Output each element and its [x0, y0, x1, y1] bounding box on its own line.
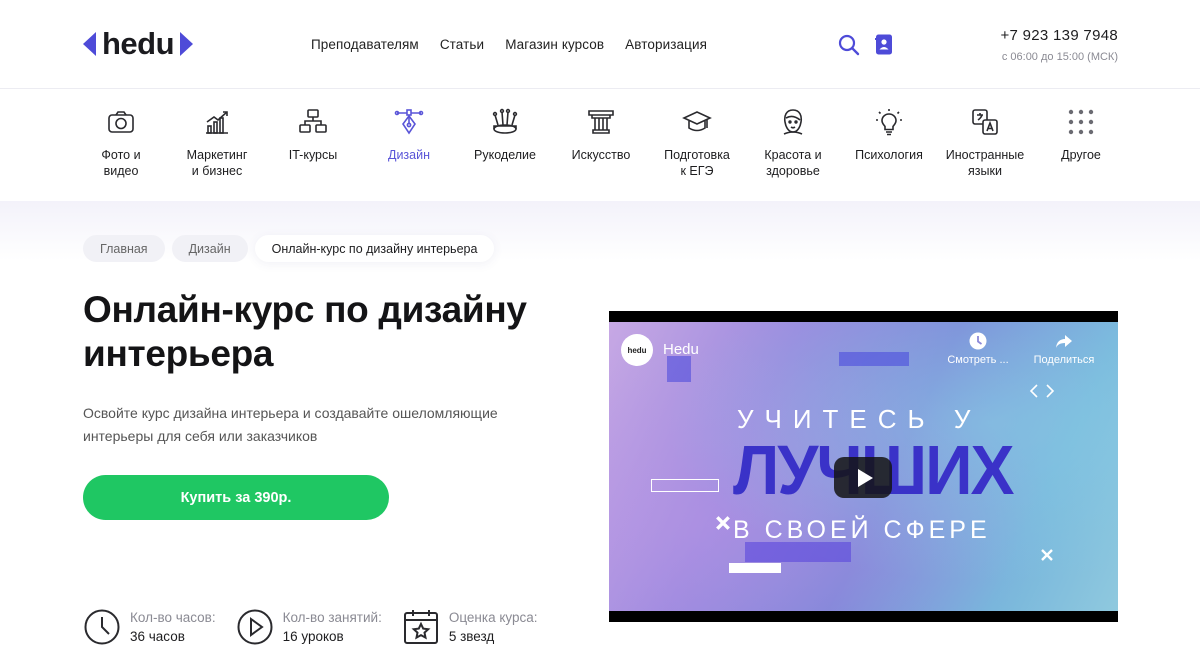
- graduation-cap-icon: [682, 111, 712, 132]
- page-title: Онлайн-курс по дизайну интерьера: [83, 289, 527, 374]
- category-beauty-health[interactable]: Красота и здоровье: [745, 100, 841, 200]
- stat-lessons-value: 16 уроков: [282, 629, 344, 644]
- stat-rating-value: 5 звезд: [448, 629, 495, 644]
- decor-bar: [729, 563, 781, 573]
- contacts-book-icon[interactable]: [875, 34, 893, 55]
- growth-chart-icon: [206, 111, 228, 134]
- working-hours: с 06:00 до 15:00 (МСК): [1001, 51, 1118, 63]
- share-button[interactable]: Поделиться: [1029, 332, 1099, 366]
- calendar-star-icon: [403, 610, 438, 644]
- breadcrumb-home[interactable]: Главная: [83, 235, 165, 262]
- category-bar: Фото и видео Маркетинг и бизнес IT-курсы: [73, 100, 1129, 200]
- phone-number[interactable]: +7 923 139 7948: [1000, 27, 1118, 44]
- watch-later-button[interactable]: Смотреть ...: [943, 332, 1013, 366]
- video-player[interactable]: УЧИТЕСЬ У ЛУЧШИХ В СВОЕЙ СФЕРЕ hedu Hedu…: [609, 311, 1118, 622]
- category-it[interactable]: IT-курсы: [265, 100, 361, 200]
- code-brackets-icon: [1029, 384, 1055, 398]
- category-label: Другое: [1061, 148, 1101, 162]
- category-photo-video[interactable]: Фото и видео: [73, 100, 169, 200]
- category-art[interactable]: Искусство: [553, 100, 649, 200]
- category-design[interactable]: Дизайн: [361, 100, 457, 200]
- stat-rating: Оценка курса: 5 звезд: [402, 608, 538, 646]
- sewing-icon: [492, 108, 518, 134]
- category-label: Психология: [855, 148, 923, 162]
- watch-later-label: Смотреть ...: [947, 354, 1009, 366]
- cross-decor-icon: [716, 516, 730, 530]
- category-exam-prep[interactable]: Подготовка к ЕГЭ: [649, 100, 745, 200]
- stat-hours-label: Кол-во часов:: [130, 610, 216, 625]
- logo-right-chevron-icon: [180, 32, 194, 56]
- network-icon: [299, 109, 327, 133]
- pen-tool-icon: [394, 109, 424, 135]
- close-cross-icon: [1041, 549, 1053, 561]
- category-marketing[interactable]: Маркетинг и бизнес: [169, 100, 265, 200]
- lightbulb-icon: [876, 109, 902, 136]
- video-frame: УЧИТЕСЬ У ЛУЧШИХ В СВОЕЙ СФЕРЕ hedu Hedu…: [609, 322, 1118, 611]
- translate-icon: [972, 109, 998, 135]
- play-icon: [857, 468, 873, 487]
- channel-avatar[interactable]: hedu: [621, 334, 653, 366]
- grid-dots-icon: [1068, 109, 1094, 135]
- face-icon: [783, 109, 803, 135]
- category-label: Рукоделие: [474, 148, 536, 162]
- category-label: Красота и здоровье: [764, 148, 822, 178]
- nav-teachers-link[interactable]: Преподавателям: [311, 37, 419, 52]
- category-label: Иностранные языки: [945, 148, 1025, 178]
- buy-button[interactable]: Купить за 390р.: [83, 475, 389, 520]
- share-arrow-icon: [1056, 335, 1072, 348]
- stat-lessons-label: Кол-во занятий:: [282, 610, 382, 625]
- camera-icon: [108, 111, 134, 133]
- breadcrumb: Главная Дизайн Онлайн-курс по дизайну ин…: [83, 235, 495, 262]
- clock-icon: [84, 609, 120, 645]
- category-label: Дизайн: [387, 148, 431, 162]
- decor-frame: [651, 479, 719, 492]
- category-label: Маркетинг и бизнес: [186, 148, 248, 178]
- breadcrumb-design[interactable]: Дизайн: [171, 235, 248, 262]
- nav-login-link[interactable]: Авторизация: [625, 37, 707, 52]
- stat-hours-value: 36 часов: [130, 629, 185, 644]
- nav-articles-link[interactable]: Статьи: [440, 37, 484, 52]
- category-label: Искусство: [571, 148, 631, 162]
- share-label: Поделиться: [1033, 354, 1095, 366]
- search-icon[interactable]: [838, 34, 860, 56]
- decor-bar: [667, 356, 691, 382]
- category-other[interactable]: Другое: [1033, 100, 1129, 200]
- stat-lessons: Кол-во занятий: 16 уроков: [236, 608, 382, 646]
- play-circle-icon: [237, 609, 273, 645]
- category-label: Фото и видео: [101, 148, 141, 178]
- stat-rating-label: Оценка курса:: [448, 610, 538, 625]
- course-description: Освойте курс дизайна интерьера и создава…: [83, 405, 498, 444]
- breadcrumb-current: Онлайн-курс по дизайну интерьера: [254, 235, 495, 262]
- column-icon: [588, 110, 614, 134]
- site-header: hedu Преподавателям Статьи Магазин курсо…: [0, 0, 1200, 89]
- decor-bar: [839, 352, 909, 366]
- logo-left-chevron-icon: [83, 32, 96, 56]
- decor-bar: [745, 542, 851, 562]
- category-languages[interactable]: Иностранные языки: [937, 100, 1033, 200]
- category-handicraft[interactable]: Рукоделие: [457, 100, 553, 200]
- play-button[interactable]: [834, 457, 892, 498]
- nav-shop-link[interactable]: Магазин курсов: [505, 37, 604, 52]
- category-label: IT-курсы: [288, 148, 338, 162]
- category-psychology[interactable]: Психология: [841, 100, 937, 200]
- video-headline-bottom: В СВОЕЙ СФЕРЕ: [733, 516, 991, 544]
- category-label: Подготовка к ЕГЭ: [664, 148, 730, 178]
- clock-icon: [969, 332, 987, 350]
- top-nav: Преподавателям Статьи Магазин курсов Авт…: [311, 37, 707, 52]
- logo-text: hedu: [102, 26, 175, 61]
- course-stats: Кол-во часов: 36 часов Кол-во занятий: 1…: [83, 608, 558, 646]
- stat-hours: Кол-во часов: 36 часов: [83, 608, 216, 646]
- channel-name[interactable]: Hedu: [663, 341, 699, 358]
- logo[interactable]: hedu: [83, 26, 194, 61]
